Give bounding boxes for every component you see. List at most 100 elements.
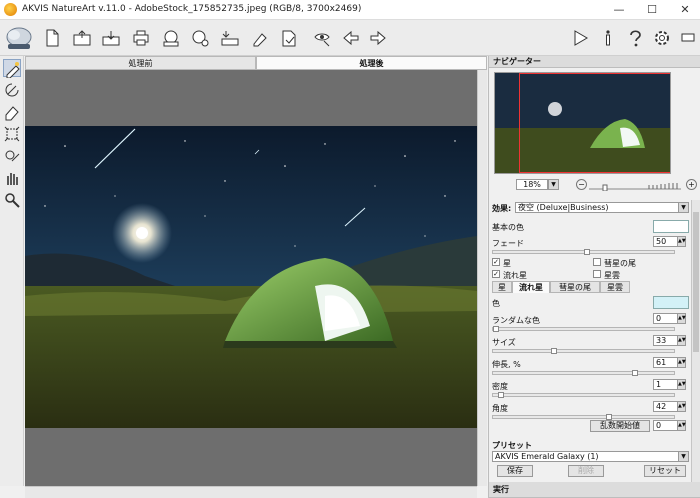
stepper-arrows-icon: ▲▼ (677, 336, 686, 345)
right-panel: ナビゲーター 18% ▼ − + 効果: 夜空 (Deluxe|Business… (488, 56, 700, 498)
settings-scrollbar[interactable] (691, 200, 700, 486)
angle-stepper[interactable]: 42 ▲▼ (653, 401, 686, 412)
subtab-shooting-star[interactable]: 流れ星 (512, 281, 550, 293)
reset-preset-button[interactable]: リセット (644, 465, 686, 477)
stretch-stepper[interactable]: 61 ▲▼ (653, 357, 686, 368)
base-color-swatch[interactable] (653, 220, 689, 233)
navigator-viewport-frame[interactable] (519, 73, 670, 173)
zoom-out-button[interactable]: − (576, 179, 587, 190)
stretch-value: 61 (656, 358, 667, 367)
angle-slider[interactable] (492, 414, 675, 420)
shooting-star-color-swatch[interactable] (653, 296, 689, 309)
gear-icon[interactable] (652, 28, 672, 48)
swirl-brush-icon[interactable] (3, 81, 21, 99)
stepper-arrows-icon: ▲▼ (677, 314, 686, 323)
view-tabs: 処理前 処理後 (25, 56, 487, 70)
random-color-value: 0 (656, 314, 662, 323)
print-icon[interactable] (131, 28, 151, 48)
density-slider[interactable] (492, 392, 675, 398)
tab-before[interactable]: 処理前 (25, 56, 256, 70)
app-logo-icon (4, 3, 17, 16)
random-seed-button[interactable]: 乱数開始値 (590, 420, 650, 432)
help-icon[interactable] (625, 28, 645, 48)
fade-value: 50 (656, 237, 667, 246)
subtab-nebula[interactable]: 星雲 (600, 281, 630, 293)
random-color-slider[interactable] (492, 326, 675, 332)
preset-select[interactable]: AKVIS Emerald Galaxy (1) ▼ (492, 451, 689, 462)
save-icon[interactable] (101, 28, 121, 48)
size-slider[interactable] (492, 348, 675, 354)
effect-value: 夜空 (Deluxe|Business) (518, 203, 609, 212)
share-icon[interactable] (190, 28, 210, 48)
random-color-slider-thumb[interactable] (493, 326, 499, 332)
upload-icon[interactable] (250, 28, 270, 48)
random-color-stepper[interactable]: 0 ▲▼ (653, 313, 686, 324)
open-file-icon[interactable] (72, 28, 92, 48)
zoom-in-button[interactable]: + (686, 179, 697, 190)
run-icon[interactable] (570, 28, 590, 48)
new-file-icon[interactable] (42, 28, 62, 48)
info-icon[interactable] (598, 28, 618, 48)
subtab-stars[interactable]: 星 (492, 281, 512, 293)
history-brush-icon[interactable] (3, 147, 21, 165)
subtab-comet-tail[interactable]: 彗星の尾 (550, 281, 600, 293)
image-canvas[interactable] (25, 70, 487, 486)
tab-after[interactable]: 処理後 (256, 56, 487, 70)
flag-icon[interactable] (678, 28, 698, 48)
run-panel-header: 実行 (489, 482, 700, 498)
crop-icon[interactable] (3, 125, 21, 143)
random-seed-stepper[interactable]: 0 ▲▼ (653, 420, 686, 431)
title-bar: AKVIS NatureArt v.11.0 - AdobeStock_1758… (0, 0, 700, 20)
comet-tail-checkbox[interactable] (593, 258, 601, 266)
size-value: 33 (656, 336, 667, 345)
canvas-vertical-scrollbar[interactable] (477, 70, 487, 486)
shooting-star-checkbox[interactable]: ✓ (492, 270, 500, 278)
size-stepper[interactable]: 33 ▲▼ (653, 335, 686, 346)
save-preset-button[interactable]: 保存 (497, 465, 533, 477)
zoom-dropdown-button[interactable]: ▼ (548, 179, 559, 190)
settings-scrollbar-thumb[interactable] (693, 212, 699, 352)
density-value: 1 (656, 380, 662, 389)
stepper-arrows-icon: ▲▼ (677, 402, 686, 411)
forward-arrow-icon[interactable] (368, 28, 388, 48)
zoom-level-field[interactable]: 18% (516, 179, 548, 190)
stretch-slider[interactable] (492, 370, 675, 376)
fade-stepper[interactable]: 50 ▲▼ (653, 236, 686, 247)
fade-slider-thumb[interactable] (584, 249, 590, 255)
eraser-icon[interactable] (3, 103, 21, 121)
chevron-down-icon: ▼ (678, 203, 688, 212)
eyedropper-icon[interactable] (312, 28, 332, 48)
density-slider-thumb[interactable] (498, 392, 504, 398)
comet-tail-label: 彗星の尾 (604, 259, 636, 268)
chevron-down-icon: ▼ (678, 452, 688, 461)
close-button[interactable]: ✕ (670, 0, 700, 20)
stars-checkbox[interactable]: ✓ (492, 258, 500, 266)
back-arrow-icon[interactable] (341, 28, 361, 48)
main-toolbar (0, 20, 700, 56)
stretch-slider-thumb[interactable] (632, 370, 638, 376)
density-stepper[interactable]: 1 ▲▼ (653, 379, 686, 390)
hand-icon[interactable] (3, 169, 21, 187)
maximize-button[interactable]: ☐ (637, 0, 667, 20)
tools-panel (0, 56, 24, 486)
effect-select[interactable]: 夜空 (Deluxe|Business) ▼ (515, 202, 689, 213)
zoom-icon[interactable] (3, 191, 21, 209)
batch-icon[interactable] (220, 28, 240, 48)
delete-preset-button[interactable]: 削除 (568, 465, 604, 477)
canvas-horizontal-scrollbar[interactable] (25, 486, 477, 498)
size-slider-thumb[interactable] (551, 348, 557, 354)
export-icon[interactable] (161, 28, 181, 48)
zoom-slider[interactable] (589, 183, 681, 192)
nebula-checkbox[interactable] (593, 270, 601, 278)
processed-image (25, 126, 477, 428)
size-label: サイズ (492, 338, 516, 347)
presets-title: プリセット (492, 441, 532, 450)
navigator-preview[interactable] (494, 72, 671, 174)
stepper-arrows-icon: ▲▼ (677, 237, 686, 246)
settings-file-icon[interactable] (279, 28, 299, 48)
minimize-button[interactable]: — (604, 0, 634, 20)
sky-brush-icon[interactable] (3, 59, 21, 79)
shooting-star-label: 流れ星 (503, 271, 527, 280)
fade-slider[interactable] (492, 249, 675, 255)
window-title: AKVIS NatureArt v.11.0 - AdobeStock_1758… (22, 4, 362, 14)
